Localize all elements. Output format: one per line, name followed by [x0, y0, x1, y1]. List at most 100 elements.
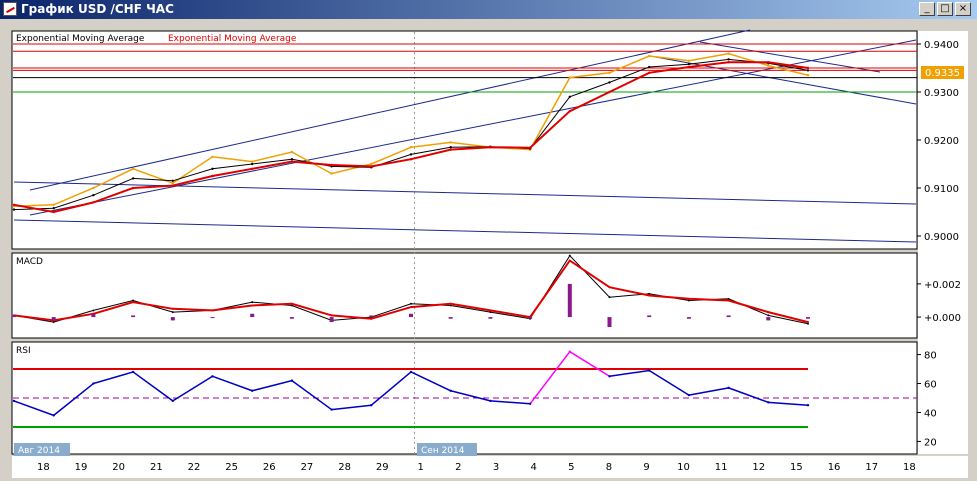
macd-signal-point — [648, 294, 651, 297]
price-point — [568, 76, 571, 79]
x-tick-label: 8 — [606, 462, 612, 473]
x-tick-label: 19 — [75, 462, 88, 473]
macd-signal-point — [489, 309, 492, 312]
rsi-y-tick-label: 60 — [924, 380, 937, 391]
rsi-point — [687, 393, 691, 397]
rsi-point — [449, 389, 452, 392]
rsi-y-tick-label: 80 — [924, 351, 937, 362]
x-tick-label: 11 — [715, 462, 728, 473]
ema_slow-point — [330, 163, 333, 167]
price-point — [131, 167, 135, 170]
macd-histogram-bar — [726, 315, 731, 318]
chart-canvas[interactable]: 18 19 20 21 22 25 26 27 28 29 1 2 3 4 5 8 9 10 11 12 15 16 17 1… — [0, 0, 977, 481]
macd-signal-point — [449, 302, 452, 305]
price-point — [52, 203, 55, 206]
x-tick-label: 22 — [188, 462, 201, 473]
ema_slow-point — [370, 165, 373, 168]
rsi-point — [648, 369, 651, 372]
macd-y-tick-label: +0.002 — [924, 280, 961, 291]
rsi-point — [12, 399, 16, 403]
rsi-point — [290, 379, 294, 382]
ema_slow-point — [131, 186, 135, 190]
ema_fast-point — [251, 162, 254, 166]
rsi-point — [330, 408, 333, 411]
macd-macd-point — [92, 309, 95, 312]
ema_fast-point — [409, 153, 413, 156]
rsi-point — [489, 399, 492, 403]
ema_slow-point — [52, 210, 55, 214]
month-label-sep: Сен 2014 — [421, 446, 465, 456]
macd-signal-point — [687, 297, 690, 300]
x-tick-label: 18 — [37, 462, 50, 473]
x-tick-label: 15 — [790, 462, 803, 473]
ema_slow-point — [251, 167, 254, 170]
price-point — [251, 160, 254, 163]
rsi-label: RSI — [16, 346, 31, 356]
rsi-point — [92, 382, 95, 385]
macd-signal-point — [410, 306, 412, 309]
price-point — [608, 71, 611, 75]
ema_fast-point — [290, 158, 294, 161]
macd-histogram-bar — [12, 315, 16, 318]
ema_fast-point — [211, 167, 214, 170]
chart-window: График USD /CHF ЧАС _ □ × 18 19 20 21 22 25 26… — [0, 0, 977, 481]
rsi-point — [171, 399, 174, 403]
legend-ema-fast: Exponential Moving Average — [16, 34, 145, 44]
macd-signal-point — [727, 299, 730, 302]
ema_slow-point — [290, 160, 294, 163]
macd-histogram-bar — [409, 313, 413, 318]
ema_fast-point — [171, 179, 174, 182]
macd-panel[interactable] — [11, 252, 918, 339]
price-point — [211, 155, 214, 158]
rsi-point — [211, 375, 214, 378]
macd-signal-point — [251, 304, 254, 307]
x-tick-label: 2 — [455, 462, 461, 473]
rsi-point — [52, 414, 55, 417]
macd-histogram-bar — [91, 313, 96, 318]
macd-macd-point — [608, 296, 611, 299]
ema_fast-point — [131, 177, 135, 180]
macd-signal-point — [132, 301, 135, 304]
ema_fast-point — [687, 62, 691, 66]
macd-histogram-bar — [170, 317, 175, 321]
ema_slow-point — [608, 90, 611, 94]
rsi-point — [568, 350, 571, 353]
macd-histogram-bar — [647, 315, 652, 318]
macd-signal-point — [608, 286, 611, 289]
ema_slow-point — [806, 66, 810, 70]
rsi-point — [528, 402, 532, 405]
rsi-point — [251, 389, 254, 392]
ema_slow-point — [528, 146, 532, 149]
macd-signal-point — [807, 321, 809, 324]
rsi-point — [608, 375, 611, 378]
x-tick-label: 26 — [263, 462, 276, 473]
ema_fast-point — [449, 146, 452, 149]
x-tick-label: 28 — [338, 462, 351, 473]
current-price-label: 0.9335 — [925, 68, 960, 79]
x-tick-label: 25 — [225, 462, 238, 473]
x-tick-label: 17 — [865, 462, 878, 473]
macd-signal-point — [171, 307, 174, 310]
macd-histogram-bar — [806, 317, 810, 319]
price-y-tick-label: 0.9200 — [924, 136, 959, 147]
macd-label: MACD — [16, 257, 43, 267]
macd-histogram-bar — [448, 317, 453, 319]
rsi-y-tick-label: 40 — [924, 408, 937, 419]
price-point — [687, 59, 691, 62]
x-tick-label: 4 — [530, 462, 536, 473]
ema_slow-point — [767, 61, 770, 64]
ema_slow-point — [211, 174, 214, 178]
ema_fast-point — [648, 65, 651, 69]
macd-histogram-bar — [329, 317, 334, 323]
macd-macd-point — [410, 302, 412, 305]
macd-signal-point — [330, 314, 333, 317]
macd-histogram-bar — [766, 317, 771, 321]
legend-ema-slow: Exponential Moving Average — [168, 34, 297, 44]
ema_slow-point — [449, 148, 452, 151]
macd-histogram-bar — [567, 283, 572, 318]
macd-y-tick-label: +0.000 — [924, 313, 961, 324]
price-point — [409, 146, 413, 149]
macd-signal-point — [370, 317, 373, 320]
x-tick-label: 27 — [301, 462, 314, 473]
price-y-tick-label: 0.9400 — [924, 40, 959, 51]
